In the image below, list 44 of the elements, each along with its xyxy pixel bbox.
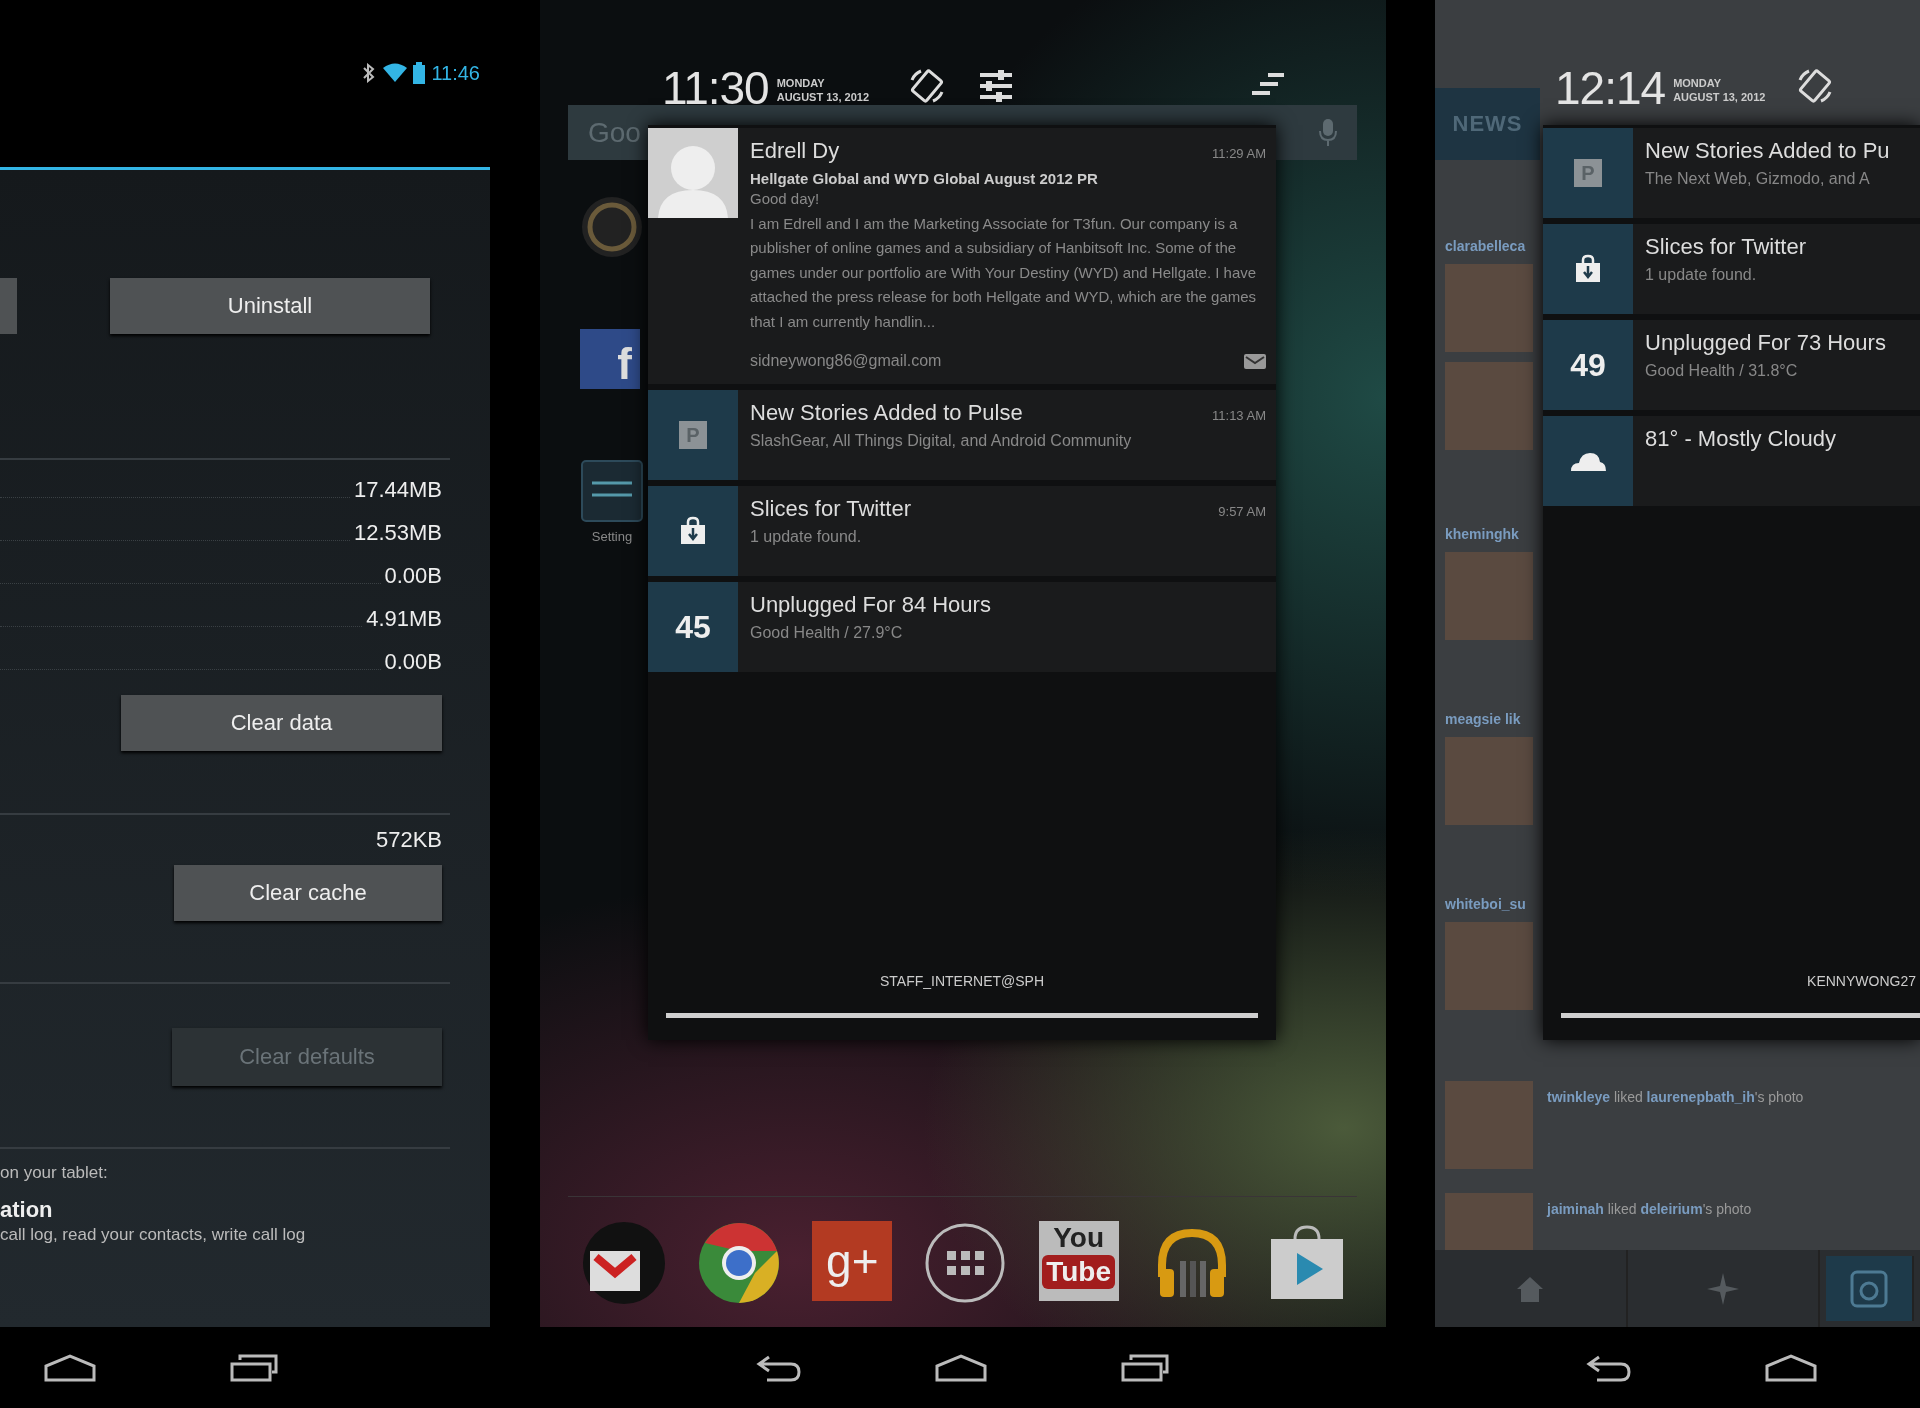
status-time: 11:46 — [431, 61, 480, 85]
sender-name: Edrell Dy — [750, 138, 840, 164]
notification-title: Unplugged For 73 Hours — [1645, 330, 1886, 356]
permission-title: ation — [0, 1197, 54, 1223]
activity-text: twinkleye liked laurenepbath_ih's photo — [1547, 1089, 1804, 1105]
storage-value: 0.00B — [384, 648, 442, 675]
notification-time: 11:29 AM — [1212, 146, 1266, 161]
storage-value: 17.44MB — [353, 476, 442, 503]
notification-title: New Stories Added to Pu — [1645, 138, 1890, 164]
notification-title: 81° - Mostly Cloudy — [1645, 426, 1836, 452]
notification-title: Slices for Twitter — [750, 496, 911, 522]
weekday: MONDAY — [1673, 76, 1722, 90]
notification-text: Good Health / 27.9°C — [750, 624, 904, 642]
notification-title: Unplugged For 84 Hours — [750, 592, 991, 618]
email-greeting: Good day! — [750, 189, 821, 209]
notification-text: 1 update found. — [750, 528, 863, 546]
cache-value: 572KB — [375, 827, 442, 853]
clock: 12:14 — [1555, 61, 1666, 115]
notification-title: Slices for Twitter — [1645, 234, 1806, 260]
weekday: MONDAY — [776, 76, 826, 90]
date: AUGUST 13, 2012 — [1673, 90, 1766, 104]
battery-number: 49 — [1570, 346, 1606, 384]
clock: 11:30 — [662, 61, 769, 115]
permissions-intro: on your tablet: — [0, 1163, 109, 1183]
notification-time: 11:13 AM — [1212, 408, 1266, 423]
storage-value: 12.53MB — [353, 519, 442, 546]
battery-number: 45 — [675, 608, 711, 646]
notification-title: New Stories Added to Pulse — [750, 400, 1023, 426]
storage-value: 0.00B — [384, 562, 442, 589]
email-account: sidneywong86@gmail.com — [750, 352, 942, 370]
permission-detail: call log, read your contacts, write call log — [0, 1225, 307, 1245]
date: AUGUST 13, 2012 — [776, 90, 870, 104]
email-subject: Hellgate Global and WYD Global August 2012 PR — [750, 170, 1099, 187]
activity-text: jaiminah liked deleirium's photo — [1547, 1201, 1752, 1217]
email-preview: I am Edrell and I am the Marketing Associate for T3fun. Our company is a publisher of online games and a subsidiary of Hanbitsoft Inc. Some of the games under our portfolio are With Your Destiny (WYD) and Hellgate. I have attached the press release for both Hellgate and WYD, which are the games that I am currently handlin... — [750, 213, 1258, 332]
notification-time: 9:57 AM — [1218, 504, 1266, 519]
notification-text: The Next Web, Gizmodo, and A — [1645, 170, 1871, 188]
clear-defaults-button: Clear defaults — [172, 1028, 442, 1086]
notification-text: Good Health / 31.8°C — [1645, 362, 1799, 380]
notification-text: SlashGear, All Things Digital, and Android Community — [750, 432, 1133, 450]
notification-text: 1 update found. — [1645, 266, 1758, 284]
account-label: KENNYWONG27 — [1806, 973, 1917, 991]
account-label: STAFF_INTERNET@SPH — [878, 973, 1046, 991]
storage-value: 4.91MB — [366, 605, 442, 632]
